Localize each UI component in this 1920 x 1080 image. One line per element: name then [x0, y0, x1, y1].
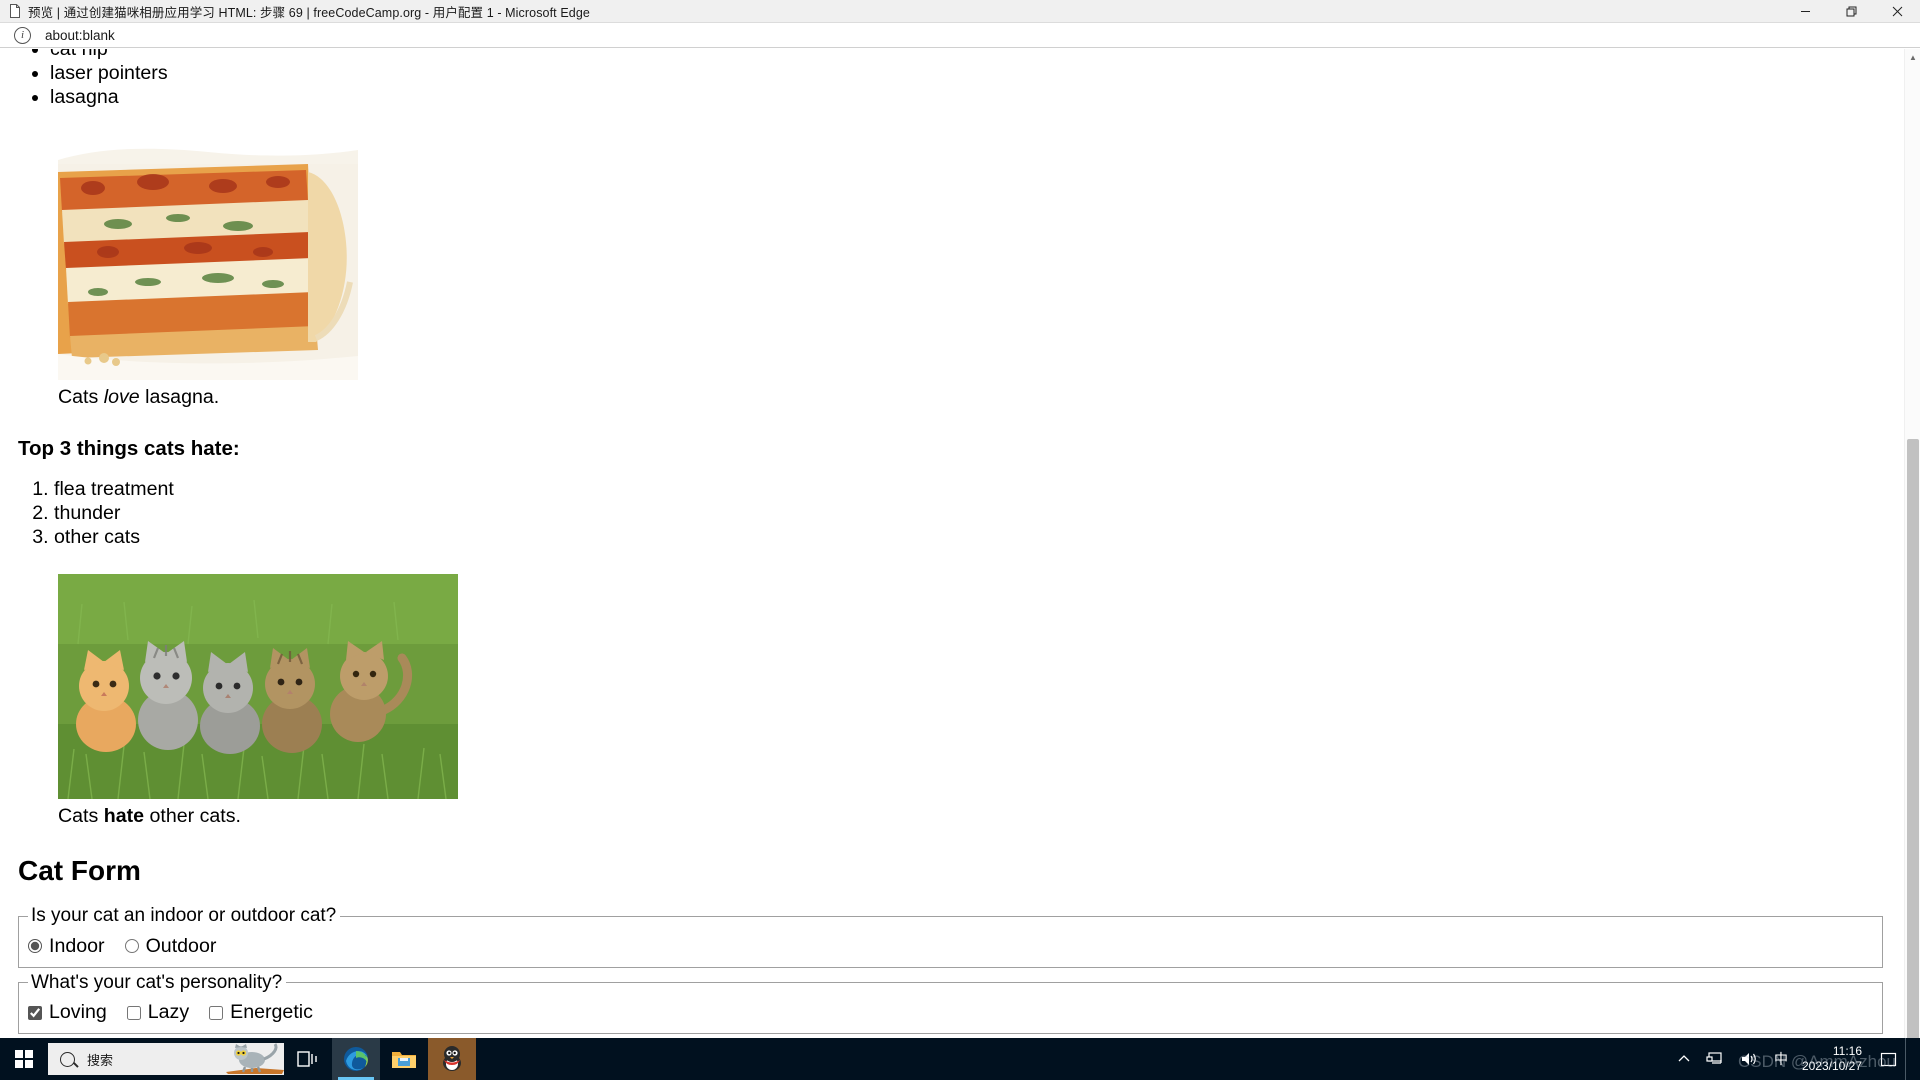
- checkbox-energetic[interactable]: [209, 1005, 224, 1020]
- tray-clock[interactable]: 11:16 2023/10/27: [1796, 1038, 1872, 1080]
- lemur-mascot-icon: [226, 1043, 284, 1074]
- fieldset-indoor-outdoor-legend: Is your cat an indoor or outdoor cat?: [31, 905, 337, 927]
- address-bar[interactable]: i about:blank: [0, 23, 1920, 48]
- tray-time: 11:16: [1832, 1044, 1862, 1058]
- caption-after: other cats.: [144, 804, 241, 827]
- window-titlebar: 预览 | 通过创建猫咪相册应用学习 HTML: 步骤 69 | freeCode…: [0, 0, 1920, 23]
- radio-indoor-label: Indoor: [49, 934, 105, 957]
- radio-outdoor-label: Outdoor: [145, 934, 217, 957]
- system-tray: 中 11:16 2023/10/27: [1670, 1038, 1920, 1080]
- taskbar-item-microsoft-edge[interactable]: [332, 1038, 380, 1080]
- cat-likes-list: cat nip laser pointers lasagna: [10, 49, 1891, 109]
- tray-volume-button[interactable]: [1732, 1038, 1766, 1080]
- checkbox-lazy[interactable]: [126, 1005, 141, 1020]
- scroll-up-arrow[interactable]: ▲: [1905, 49, 1920, 65]
- list-item: other cats: [54, 526, 1891, 549]
- search-icon: [60, 1051, 75, 1067]
- cat-hates-list: flea treatment thunder other cats: [10, 478, 1891, 549]
- fieldset-personality: What's your cat's personality? Loving La…: [18, 971, 1883, 1035]
- lasagna-caption: Cats love lasagna.: [58, 386, 1891, 409]
- cat-form: Is your cat an indoor or outdoor cat? In…: [18, 905, 1883, 1058]
- minimize-button[interactable]: [1782, 0, 1828, 23]
- page-viewport: cat nip laser pointers lasagna: [0, 49, 1920, 1058]
- window-title: 预览 | 通过创建猫咪相册应用学习 HTML: 步骤 69 | freeCode…: [28, 5, 590, 20]
- taskbar-search-box[interactable]: 搜索: [48, 1043, 284, 1075]
- page-scrollbar[interactable]: ▲ ▼: [1904, 49, 1920, 1059]
- page-icon: [7, 3, 23, 19]
- checkbox-energetic-label: Energetic: [230, 1001, 313, 1024]
- network-icon: [1706, 1052, 1722, 1064]
- kittens-caption: Cats hate other cats.: [58, 805, 1891, 828]
- radio-option-indoor[interactable]: Indoor: [28, 935, 105, 958]
- cat-hates-heading: Top 3 things cats hate:: [18, 437, 240, 461]
- tray-ime-indicator[interactable]: 中: [1766, 1038, 1796, 1080]
- checkbox-option-energetic[interactable]: Energetic: [209, 1001, 313, 1024]
- radio-option-outdoor[interactable]: Outdoor: [124, 934, 217, 958]
- folder-icon: [392, 1052, 416, 1068]
- taskbar-item-qq[interactable]: [428, 1038, 476, 1080]
- radio-outdoor[interactable]: [124, 939, 139, 954]
- lasagna-photo[interactable]: [58, 142, 358, 381]
- action-center-button[interactable]: [1872, 1038, 1905, 1080]
- scrollbar-thumb[interactable]: [1907, 439, 1919, 1059]
- fieldset-indoor-outdoor: Is your cat an indoor or outdoor cat? In…: [18, 905, 1883, 968]
- task-view-button[interactable]: [284, 1038, 332, 1080]
- qq-penguin-icon: [443, 1046, 461, 1071]
- checkbox-loving-label: Loving: [49, 1001, 107, 1024]
- task-view-icon: [297, 1051, 317, 1067]
- personality-options: Loving Lazy Energetic: [28, 999, 1873, 1024]
- tray-date: 2023/10/27: [1801, 1059, 1862, 1073]
- tray-network-button[interactable]: [1698, 1038, 1732, 1080]
- checkbox-lazy-label: Lazy: [147, 1001, 190, 1024]
- caption-before: Cats: [58, 386, 104, 409]
- list-item: lasagna: [50, 86, 1891, 109]
- list-item: flea treatment: [54, 478, 1891, 501]
- close-button[interactable]: [1874, 0, 1920, 23]
- caption-strong: hate: [103, 804, 145, 827]
- fieldset-personality-legend: What's your cat's personality?: [31, 971, 283, 993]
- action-center-icon: [1880, 1052, 1897, 1066]
- kittens-photo[interactable]: [58, 573, 458, 799]
- browser-window: 预览 | 通过创建猫咪相册应用学习 HTML: 步骤 69 | freeCode…: [0, 0, 1920, 1080]
- info-icon[interactable]: i: [14, 26, 31, 44]
- start-button[interactable]: [0, 1038, 48, 1080]
- indoor-outdoor-options: Indoor Outdoor: [28, 933, 1873, 958]
- list-item: laser pointers: [50, 62, 1891, 85]
- search-placeholder: 搜索: [87, 1052, 114, 1068]
- page-content: cat nip laser pointers lasagna: [0, 49, 1901, 1058]
- edge-icon: [344, 1047, 368, 1071]
- caption-after: lasagna.: [139, 386, 220, 409]
- cat-form-heading: Cat Form: [18, 855, 141, 887]
- restore-button[interactable]: [1828, 0, 1874, 23]
- address-text[interactable]: about:blank: [45, 28, 115, 43]
- caption-emphasis: love: [103, 386, 140, 409]
- window-controls: [1782, 0, 1920, 23]
- checkbox-loving[interactable]: [28, 1005, 42, 1020]
- taskbar-item-file-explorer[interactable]: [380, 1038, 428, 1080]
- radio-indoor[interactable]: [28, 939, 42, 954]
- windows-logo-icon: [15, 1050, 33, 1068]
- checkbox-option-lazy[interactable]: Lazy: [126, 1001, 190, 1024]
- caption-before: Cats: [58, 804, 104, 827]
- windows-taskbar: 搜索 中 11:16 2023/10/27: [0, 1038, 1920, 1080]
- list-item: cat nip: [50, 49, 1891, 61]
- chevron-up-icon: [1678, 1055, 1690, 1062]
- list-item: thunder: [54, 502, 1891, 525]
- volume-icon: [1741, 1053, 1756, 1065]
- checkbox-option-loving[interactable]: Loving: [28, 1001, 107, 1024]
- tray-overflow-button[interactable]: [1670, 1038, 1698, 1080]
- show-desktop-button[interactable]: [1905, 1038, 1914, 1080]
